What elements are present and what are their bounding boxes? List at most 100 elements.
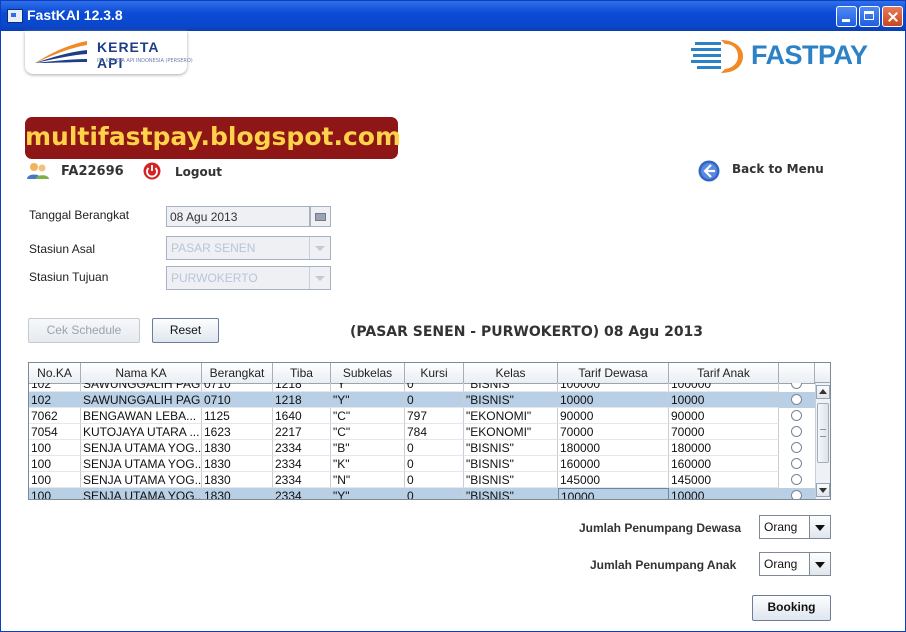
users-icon bbox=[27, 163, 49, 179]
table-body[interactable]: 102 SAWUNGGALIH PAGI 0710 1218 "Y" 0 "BISNIS" 1… bbox=[29, 383, 815, 499]
cell-kursi: 0 bbox=[405, 392, 464, 408]
logout-link[interactable]: Logout bbox=[175, 165, 222, 179]
kai-subtitle: PT. KERETA API INDONESIA (PERSERO) bbox=[97, 58, 193, 64]
tanggal-field[interactable]: 08 Agu 2013 bbox=[166, 206, 310, 227]
fastpay-wordmark: FASTPAY bbox=[751, 40, 868, 70]
cell-berangkat: 1125 bbox=[202, 408, 273, 424]
cell-tiba: 1218 bbox=[273, 383, 331, 392]
scroll-up-icon[interactable] bbox=[816, 385, 830, 399]
scroll-thumb[interactable] bbox=[817, 403, 829, 463]
cell-no-ka: 100 bbox=[29, 488, 81, 499]
cell-tiba: 1640 bbox=[273, 408, 331, 424]
column-header-tarif-anak[interactable]: Tarif Anak bbox=[669, 363, 779, 383]
scroll-corner bbox=[815, 363, 830, 383]
column-header-nama-ka[interactable]: Nama KA bbox=[81, 363, 202, 383]
row-select-radio[interactable] bbox=[791, 383, 802, 389]
app-window: FastKAI 12.3.8 KERETA API PT. KERETA API… bbox=[0, 0, 906, 632]
cell-berangkat: 1830 bbox=[202, 488, 273, 499]
cell-tarif-anak: 10000 bbox=[669, 392, 779, 408]
row-select-radio[interactable] bbox=[791, 394, 802, 405]
table-row[interactable]: 7054 KUTOJAYA UTARA ... 1623 2217 "C" 784 "EKO… bbox=[29, 424, 815, 440]
chevron-down-icon bbox=[809, 516, 830, 538]
cell-tarif-anak: 90000 bbox=[669, 408, 779, 424]
minimize-button[interactable] bbox=[836, 6, 857, 27]
cell-tiba: 2334 bbox=[273, 472, 331, 488]
vertical-scrollbar[interactable] bbox=[815, 383, 830, 499]
cell-nama-ka: BENGAWAN LEBA... bbox=[81, 408, 202, 424]
power-icon[interactable] bbox=[143, 162, 161, 180]
cell-kursi: 0 bbox=[405, 472, 464, 488]
anak-value: Orang bbox=[764, 557, 798, 571]
asal-select[interactable]: PASAR SENEN bbox=[166, 236, 331, 260]
scroll-down-icon[interactable] bbox=[816, 483, 830, 497]
back-to-menu-link[interactable]: Back to Menu bbox=[732, 162, 824, 176]
cell-tarif-anak: 180000 bbox=[669, 440, 779, 456]
cell-subkelas: "C" bbox=[331, 424, 405, 440]
cell-no-ka: 7054 bbox=[29, 424, 81, 440]
cell-tiba: 2217 bbox=[273, 424, 331, 440]
cell-tiba: 2334 bbox=[273, 440, 331, 456]
tujuan-select[interactable]: PURWOKERTO bbox=[166, 266, 331, 290]
column-header-kursi[interactable]: Kursi bbox=[405, 363, 464, 383]
column-header-select bbox=[779, 363, 815, 383]
chevron-down-icon bbox=[309, 267, 330, 289]
blog-banner-text: multifastpay.blogspot.com bbox=[25, 122, 401, 151]
column-header-berangkat[interactable]: Berangkat bbox=[202, 363, 273, 383]
back-arrow-icon[interactable] bbox=[698, 160, 720, 182]
row-select-radio[interactable] bbox=[791, 490, 802, 499]
cell-no-ka: 102 bbox=[29, 383, 81, 392]
reset-button[interactable]: Reset bbox=[152, 318, 219, 343]
maximize-button[interactable] bbox=[859, 6, 880, 27]
cell-tarif-dewasa: 160000 bbox=[558, 456, 669, 472]
cell-kursi: 0 bbox=[405, 440, 464, 456]
kai-name: KERETA API bbox=[97, 39, 159, 71]
cell-tarif-dewasa: 145000 bbox=[558, 472, 669, 488]
cell-subkelas: "C" bbox=[331, 408, 405, 424]
table-row[interactable]: 7062 BENGAWAN LEBA... 1125 1640 "C" 797 "EKONO… bbox=[29, 408, 815, 424]
table-row[interactable]: 100 SENJA UTAMA YOG... 1830 2334 "K" 0 "BISNIS… bbox=[29, 456, 815, 472]
cell-berangkat: 0710 bbox=[202, 392, 273, 408]
dewasa-select[interactable]: Orang bbox=[759, 515, 831, 539]
column-header-kelas[interactable]: Kelas bbox=[464, 363, 558, 383]
calendar-icon[interactable] bbox=[310, 206, 331, 227]
cell-no-ka: 7062 bbox=[29, 408, 81, 424]
column-header-subkelas[interactable]: Subkelas bbox=[331, 363, 405, 383]
table-row[interactable]: 102 SAWUNGGALIH PAGI 0710 1218 "Y" 0 "BISNIS" 1… bbox=[29, 383, 815, 392]
cell-nama-ka: SENJA UTAMA YOG... bbox=[81, 440, 202, 456]
chevron-down-icon bbox=[809, 553, 830, 575]
column-header-tiba[interactable]: Tiba bbox=[273, 363, 331, 383]
cell-nama-ka: SAWUNGGALIH PAGI bbox=[81, 383, 202, 392]
cell-tarif-dewasa: 180000 bbox=[558, 440, 669, 456]
cell-no-ka: 100 bbox=[29, 440, 81, 456]
row-select-radio[interactable] bbox=[791, 474, 802, 485]
anak-select[interactable]: Orang bbox=[759, 552, 831, 576]
cell-tarif-dewasa: 70000 bbox=[558, 424, 669, 440]
cek-schedule-button[interactable]: Cek Schedule bbox=[28, 318, 140, 343]
cell-tiba: 2334 bbox=[273, 488, 331, 499]
kai-stripes-icon bbox=[35, 41, 87, 63]
title-bar[interactable]: FastKAI 12.3.8 bbox=[1, 1, 905, 31]
tujuan-value: PURWOKERTO bbox=[171, 271, 258, 285]
booking-button[interactable]: Booking bbox=[752, 595, 831, 621]
row-select-radio[interactable] bbox=[791, 442, 802, 453]
cell-no-ka: 100 bbox=[29, 472, 81, 488]
column-header-tarif-dewasa[interactable]: Tarif Dewasa bbox=[558, 363, 669, 383]
cell-nama-ka: KUTOJAYA UTARA ... bbox=[81, 424, 202, 440]
user-id: FA22696 bbox=[61, 164, 124, 179]
route-title: (PASAR SENEN - PURWOKERTO) 08 Agu 2013 bbox=[350, 324, 704, 340]
cell-kelas: "BISNIS" bbox=[464, 456, 558, 472]
row-select-radio[interactable] bbox=[791, 458, 802, 469]
window-title: FastKAI 12.3.8 bbox=[27, 7, 123, 23]
cell-kelas: "EKONOMI" bbox=[464, 408, 558, 424]
row-select-radio[interactable] bbox=[791, 410, 802, 421]
dewasa-value: Orang bbox=[764, 520, 798, 534]
column-header-no-ka[interactable]: No.KA bbox=[29, 363, 81, 383]
row-select-radio[interactable] bbox=[791, 426, 802, 437]
tanggal-label: Tanggal Berangkat bbox=[29, 208, 130, 222]
app-icon bbox=[7, 9, 23, 23]
table-row[interactable]: 102 SAWUNGGALIH PAGI 0710 1218 "Y" 0 "BISNIS" 1… bbox=[29, 392, 815, 408]
table-row[interactable]: 100 SENJA UTAMA YOG... 1830 2334 "Y" 0 "BISNIS… bbox=[29, 488, 815, 499]
close-button[interactable] bbox=[882, 6, 903, 27]
table-row[interactable]: 100 SENJA UTAMA YOG... 1830 2334 "N" 0 "BISNIS… bbox=[29, 472, 815, 488]
table-row[interactable]: 100 SENJA UTAMA YOG... 1830 2334 "B" 0 "BISNIS… bbox=[29, 440, 815, 456]
